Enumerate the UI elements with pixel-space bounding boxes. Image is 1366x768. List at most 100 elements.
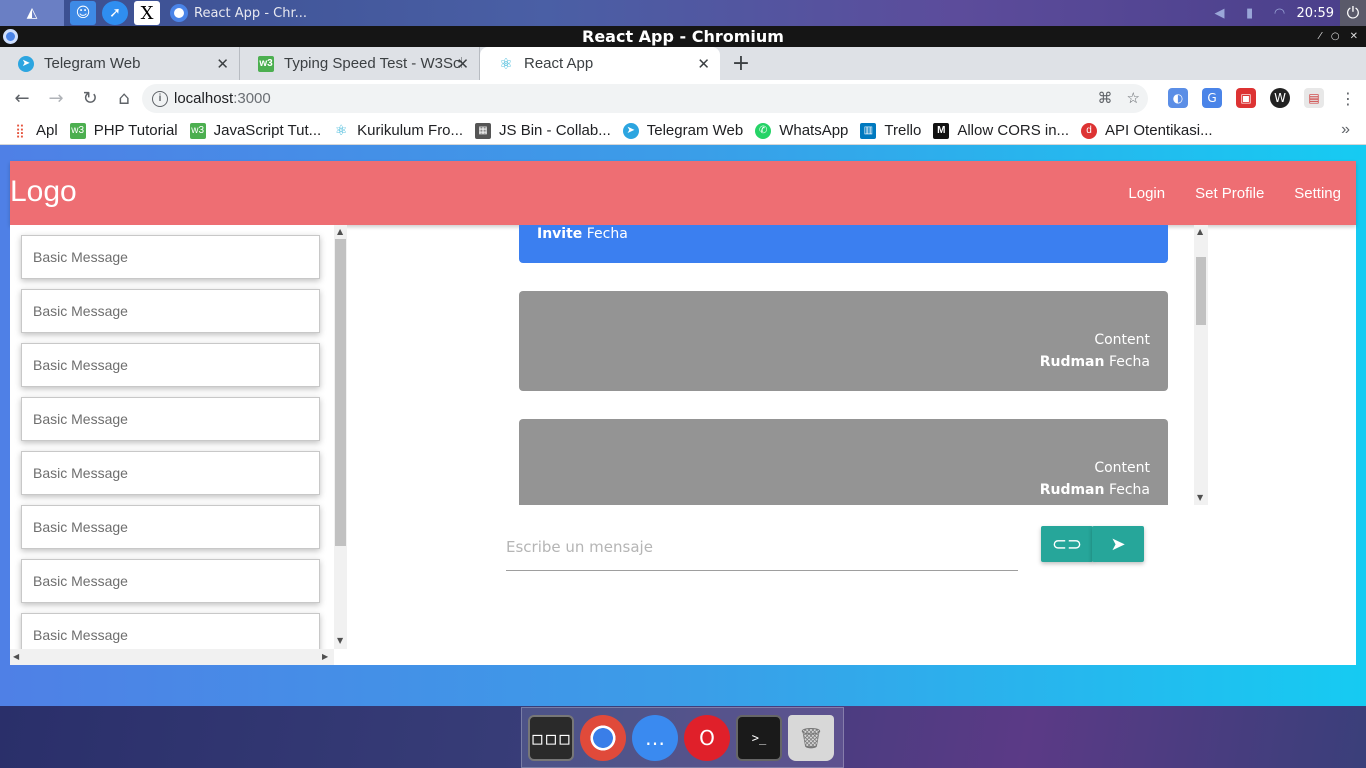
- message-card[interactable]: Basic Message: [21, 559, 320, 603]
- bubble-tail: [519, 333, 520, 347]
- taskbar-window-title: React App - Chr...: [194, 5, 308, 21]
- back-icon[interactable]: ←: [6, 83, 38, 115]
- bookmark-trello[interactable]: ▥ Trello: [860, 122, 921, 139]
- menu-dots-icon[interactable]: ⋮: [1338, 88, 1358, 108]
- scrollbar-thumb[interactable]: [335, 239, 346, 546]
- whatsapp-icon: ✆: [755, 122, 772, 139]
- wordpress-icon[interactable]: W: [1270, 88, 1290, 108]
- file-manager-icon[interactable]: ☺: [70, 1, 96, 25]
- tab-react-app[interactable]: ⚛ React App ✕: [480, 47, 720, 80]
- maximize-icon[interactable]: ○: [1331, 26, 1340, 47]
- x-app-icon[interactable]: X: [134, 1, 160, 25]
- browser-compass-icon[interactable]: ➚: [102, 1, 128, 25]
- send-icon: ➤: [1110, 533, 1126, 554]
- horizontal-scrollbar[interactable]: [10, 649, 334, 665]
- scroll-up-icon[interactable]: ▲: [337, 227, 343, 236]
- bookmark-star-icon[interactable]: ☆: [1127, 89, 1140, 107]
- chat-app-icon[interactable]: …: [632, 714, 678, 761]
- tab-close-icon[interactable]: ✕: [216, 55, 229, 73]
- bookmarks-overflow-icon[interactable]: »: [1341, 121, 1350, 139]
- bookmark-allow-cors[interactable]: M Allow CORS in...: [933, 122, 1069, 139]
- wifi-icon[interactable]: ◠: [1269, 3, 1291, 23]
- bubble-content: Content: [1094, 460, 1150, 476]
- extension-icon[interactable]: ▤: [1304, 88, 1324, 108]
- nav-login[interactable]: Login: [1113, 185, 1180, 202]
- bookmark-js-bin[interactable]: ▦ JS Bin - Collab...: [475, 122, 611, 139]
- site-info-icon[interactable]: i: [152, 90, 168, 107]
- nav-links: Login Set Profile Setting: [1113, 161, 1356, 225]
- scrollbar-thumb[interactable]: [1196, 257, 1206, 325]
- bubble-meta: Rudman Fecha: [1040, 482, 1150, 498]
- scroll-right-icon[interactable]: ▶: [322, 652, 328, 661]
- chat-bubble-received: Content Rudman Fecha: [519, 419, 1168, 505]
- message-card[interactable]: Basic Message: [21, 289, 320, 333]
- battery-icon[interactable]: ▮: [1239, 3, 1261, 23]
- minimize-icon[interactable]: ⁄: [1319, 26, 1321, 47]
- app-menu-icon[interactable]: ◭: [0, 0, 64, 26]
- terminal-icon[interactable]: >_: [736, 714, 782, 761]
- react-app: Logo Login Set Profile Setting Basic Mes…: [10, 161, 1356, 665]
- nav-setting[interactable]: Setting: [1279, 185, 1356, 202]
- bookmark-whatsapp[interactable]: ✆ WhatsApp: [755, 122, 848, 139]
- bookmark-apl[interactable]: ⣿ Apl: [12, 122, 57, 139]
- forward-icon[interactable]: →: [40, 83, 72, 115]
- url-host: localhost: [174, 90, 234, 107]
- system-tray: ◀ ▮ ◠ 20:59 ⏻: [1201, 0, 1366, 26]
- apps-grid-icon: ⣿: [15, 122, 25, 138]
- react-icon: ⚛: [499, 55, 513, 73]
- translate-extension-icon[interactable]: G: [1202, 88, 1222, 108]
- tab-telegram-web[interactable]: ➤ Telegram Web ✕: [0, 47, 240, 80]
- bubble-author: Invite: [537, 226, 583, 242]
- bookmark-kurikulum[interactable]: ⚛ Kurikulum Fro...: [333, 122, 463, 139]
- message-card[interactable]: Basic Message: [21, 235, 320, 279]
- message-input[interactable]: [506, 523, 1018, 571]
- scroll-down-icon[interactable]: ▼: [1197, 493, 1203, 502]
- bubble-date: Fecha: [586, 226, 628, 242]
- volume-icon[interactable]: ◀: [1209, 3, 1231, 23]
- window-title: React App - Chromium: [582, 27, 784, 46]
- tab-typing-speed-test[interactable]: w3 Typing Speed Test - W3Sch ✕: [240, 47, 480, 80]
- scroll-left-icon[interactable]: ◀: [13, 652, 19, 661]
- trash-icon[interactable]: 🗑: [788, 714, 834, 761]
- tab-close-icon[interactable]: ✕: [456, 55, 469, 73]
- message-card[interactable]: Basic Message: [21, 451, 320, 495]
- chromium-icon[interactable]: [580, 714, 626, 761]
- new-tab-button[interactable]: +: [726, 47, 756, 80]
- extension-icon[interactable]: ◐: [1168, 88, 1188, 108]
- tab-label: Typing Speed Test - W3Sch: [284, 55, 462, 72]
- scroll-up-icon[interactable]: ▲: [1197, 227, 1203, 236]
- window-controls: ⁄ ○ ✕: [1319, 26, 1358, 47]
- bookmark-label: JS Bin - Collab...: [499, 122, 611, 139]
- attach-button[interactable]: ⊂⊃: [1041, 526, 1093, 562]
- bookmark-api-otentikasi[interactable]: d API Otentikasi...: [1081, 122, 1213, 139]
- taskbar-window-button[interactable]: React App - Chr...: [170, 1, 320, 25]
- bookmark-telegram-web[interactable]: ➤ Telegram Web: [622, 122, 743, 139]
- system-monitor-icon[interactable]: ▫▫▫: [528, 714, 574, 761]
- reload-icon[interactable]: ↻: [74, 83, 106, 115]
- brand-logo[interactable]: Logo: [10, 175, 77, 209]
- bookmarks-bar: ⣿ Apl w3 PHP Tutorial w3 JavaScript Tut.…: [0, 117, 1366, 145]
- power-icon[interactable]: ⏻: [1340, 0, 1366, 26]
- tab-label: Telegram Web: [44, 55, 141, 72]
- tab-close-icon[interactable]: ✕: [697, 55, 710, 73]
- translate-icon[interactable]: ⌘: [1098, 89, 1113, 107]
- address-bar[interactable]: i localhost :3000 ⌘ ☆: [142, 84, 1148, 113]
- clock[interactable]: 20:59: [1297, 6, 1334, 21]
- home-icon[interactable]: ⌂: [108, 83, 140, 115]
- bubble-meta: Rudman Fecha: [1040, 354, 1150, 370]
- opera-icon[interactable]: O: [684, 714, 730, 761]
- send-button[interactable]: ➤: [1092, 526, 1144, 562]
- bubble-tail: [519, 461, 520, 475]
- message-card[interactable]: Basic Message: [21, 343, 320, 387]
- message-card[interactable]: Basic Message: [21, 505, 320, 549]
- bookmark-php-tutorial[interactable]: w3 PHP Tutorial: [69, 122, 178, 139]
- dicoding-icon: d: [1081, 122, 1098, 139]
- bookmark-javascript-tut[interactable]: w3 JavaScript Tut...: [189, 122, 321, 139]
- window-titlebar: React App - Chromium ⁄ ○ ✕: [0, 26, 1366, 47]
- close-icon[interactable]: ✕: [1350, 26, 1358, 47]
- tab-strip: ➤ Telegram Web ✕ w3 Typing Speed Test - …: [0, 47, 1366, 80]
- extension-icon[interactable]: ▣: [1236, 88, 1256, 108]
- scroll-down-icon[interactable]: ▼: [337, 636, 343, 645]
- message-card[interactable]: Basic Message: [21, 397, 320, 441]
- nav-set-profile[interactable]: Set Profile: [1180, 185, 1279, 202]
